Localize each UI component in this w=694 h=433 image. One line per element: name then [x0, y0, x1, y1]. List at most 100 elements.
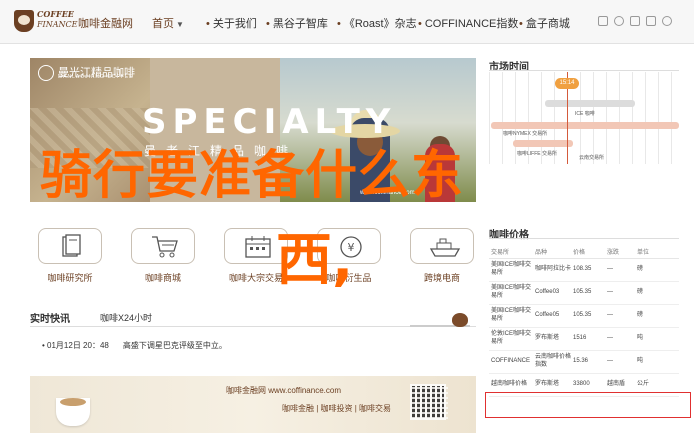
col-exchange: 交易所	[489, 246, 533, 259]
table-row[interactable]: COFFINANCE 云南咖啡价格指数 15.36 — 吨	[489, 350, 679, 374]
timeline-label-ice: ICE 咖啡	[575, 111, 595, 117]
banner-brand-sub: MANLAOJIANG COFFEE	[58, 74, 134, 80]
table-row[interactable]: 伦敦ICE咖啡交易所 罗布斯塔 1516 — 吨	[489, 327, 679, 351]
cell-change: —	[605, 327, 635, 351]
coffee-cup-icon	[14, 10, 34, 32]
ship-icon	[429, 238, 461, 257]
book-icon	[62, 234, 81, 257]
divider	[489, 70, 679, 71]
nav-home-label: 首页	[152, 18, 174, 30]
overlay-headline-line1: 骑行要准备什么东	[40, 146, 465, 206]
current-time-badge: 15:14	[555, 78, 579, 89]
news-item[interactable]: • 01月12日 20：48 高盛下调星巴克评级至中立。	[42, 340, 227, 351]
timeline-label-nymex: 咖啡NYMEX 交易所	[503, 131, 548, 137]
user-icon[interactable]	[598, 16, 608, 26]
timeline-bar-liffe	[513, 140, 573, 147]
logo-text-bottom: FINANCE	[37, 20, 78, 29]
cell-product: 云南咖啡价格指数	[533, 350, 571, 374]
service-research[interactable]: 咖啡研究所	[30, 228, 102, 286]
table-row[interactable]: 美国ICE咖啡交易所 Coffee03 105.35 — 磅	[489, 281, 679, 305]
nav-think-tank-label: 黑谷子智库	[272, 18, 328, 30]
coffee-bean-icon[interactable]	[452, 313, 468, 327]
cell-unit: 吨	[635, 327, 679, 351]
search-icon[interactable]	[614, 16, 624, 26]
nav-roast-magazine[interactable]: • 《Roast》杂志	[337, 15, 417, 31]
cell-product: 咖啡阿拉比卡	[533, 258, 571, 282]
wechat-icon[interactable]	[646, 16, 656, 26]
cart-icon	[152, 236, 178, 258]
cell-exchange: 美国ICE咖啡交易所	[489, 258, 533, 282]
site-logo[interactable]: COFFEE FINANCE	[14, 8, 77, 36]
service-mall[interactable]: 咖啡商城	[123, 228, 195, 286]
bullet-icon: •	[519, 18, 523, 30]
nav-home[interactable]: 首页 ▼	[152, 15, 184, 31]
nav-box-mall[interactable]: • 盒子商城	[519, 15, 570, 31]
coffee-surface	[60, 398, 86, 406]
cell-price: 1516	[571, 327, 605, 351]
calendar-icon	[245, 236, 271, 258]
news-time: • 01月12日 20：48	[42, 341, 109, 350]
service-mall-label: 咖啡商城	[144, 273, 181, 283]
bullet-icon: •	[337, 18, 341, 30]
nav-mall-label: 盒子商城	[525, 18, 570, 30]
logo-text-top: COFFEE	[37, 9, 74, 19]
top-navigation-bar: COFFEE FINANCE 咖啡金融网 首页 ▼ • 关于我们 • 黑谷子智库 • 《…	[0, 0, 694, 44]
live-news-header: 实时快讯 咖啡X24小时	[30, 310, 476, 327]
col-price: 价格	[571, 246, 605, 259]
nav-index-label: COFFINANCE指数	[424, 18, 519, 30]
nav-coffinance-index[interactable]: • COFFINANCE指数	[418, 15, 518, 31]
highlight-box	[485, 392, 691, 418]
weibo-icon[interactable]	[630, 16, 640, 26]
cell-change: —	[605, 304, 635, 328]
market-time-chart: ICE 咖啡 咖啡NYMEX 交易所 咖啡LIFFE 交易所 云南交易所 15:…	[489, 72, 679, 164]
bullet-icon: •	[266, 18, 270, 30]
nav-think-tank[interactable]: • 黑谷子智库	[266, 15, 328, 31]
cell-unit: 磅	[635, 281, 679, 305]
coffee-price-table: 交易所 品种 价格 涨跌 单位 美国ICE咖啡交易所 咖啡阿拉比卡 108.35…	[489, 246, 679, 397]
cell-product: Coffee03	[533, 281, 571, 305]
banner-title: SPECIALTY	[142, 102, 397, 142]
cell-exchange: 美国ICE咖啡交易所	[489, 281, 533, 305]
cell-unit: 磅	[635, 304, 679, 328]
cell-change: —	[605, 281, 635, 305]
cell-price: 105.35	[571, 304, 605, 328]
service-bulk-trade[interactable]: 咖啡大宗交易	[216, 228, 288, 286]
service-research-box	[38, 228, 102, 264]
live-news-title: 实时快讯	[30, 314, 70, 325]
chevron-down-icon: ▼	[176, 20, 184, 29]
cell-price: 108.35	[571, 258, 605, 282]
promo-line-1: 咖啡金融网 www.coffinance.com	[226, 386, 341, 395]
cell-change: —	[605, 258, 635, 282]
live-news-subtitle: 咖啡X24小时	[100, 313, 153, 323]
nav-roast-label: 《Roast》杂志	[343, 18, 417, 30]
cell-change: —	[605, 350, 635, 374]
promo-banner[interactable]: 咖啡金融网 www.coffinance.com 咖啡金融 | 咖啡投资 | 咖…	[30, 376, 476, 433]
col-unit: 单位	[635, 246, 679, 259]
col-product: 品种	[533, 246, 571, 259]
table-row[interactable]: 美国ICE咖啡交易所 咖啡阿拉比卡 108.35 — 磅	[489, 258, 679, 282]
table-row[interactable]: 美国ICE咖啡交易所 Coffee05 105.35 — 磅	[489, 304, 679, 328]
overlay-headline-line2: 西,	[276, 228, 354, 293]
cell-exchange: 美国ICE咖啡交易所	[489, 304, 533, 328]
timeline-label-liffe: 咖啡LIFFE 交易所	[517, 151, 558, 157]
bullet-icon: •	[418, 18, 422, 30]
nav-about-label: 关于我们	[212, 18, 257, 30]
timeline-bar-nymex	[491, 122, 679, 129]
brand-emblem-icon	[38, 65, 54, 82]
service-ecommerce-box	[410, 228, 474, 264]
qr-code-icon	[410, 384, 448, 422]
qq-icon[interactable]	[662, 16, 672, 26]
divider	[489, 238, 679, 239]
promo-line-2: 咖啡金融 | 咖啡投资 | 咖啡交易	[282, 404, 392, 413]
service-ecommerce-label: 跨境电商	[423, 273, 460, 283]
top-icon-group	[598, 16, 682, 28]
service-ecommerce[interactable]: 跨境电商	[402, 228, 474, 286]
cell-product: 罗布斯塔	[533, 327, 571, 351]
table-header-row: 交易所 品种 价格 涨跌 单位	[489, 246, 679, 259]
cell-product: Coffee05	[533, 304, 571, 328]
nav-about[interactable]: • 关于我们	[206, 15, 257, 31]
cell-exchange: COFFINANCE	[489, 350, 533, 374]
timeline-bar-ice	[545, 100, 635, 107]
timeline-label-yunnan: 云南交易所	[579, 155, 605, 161]
col-change: 涨跌	[605, 246, 635, 259]
